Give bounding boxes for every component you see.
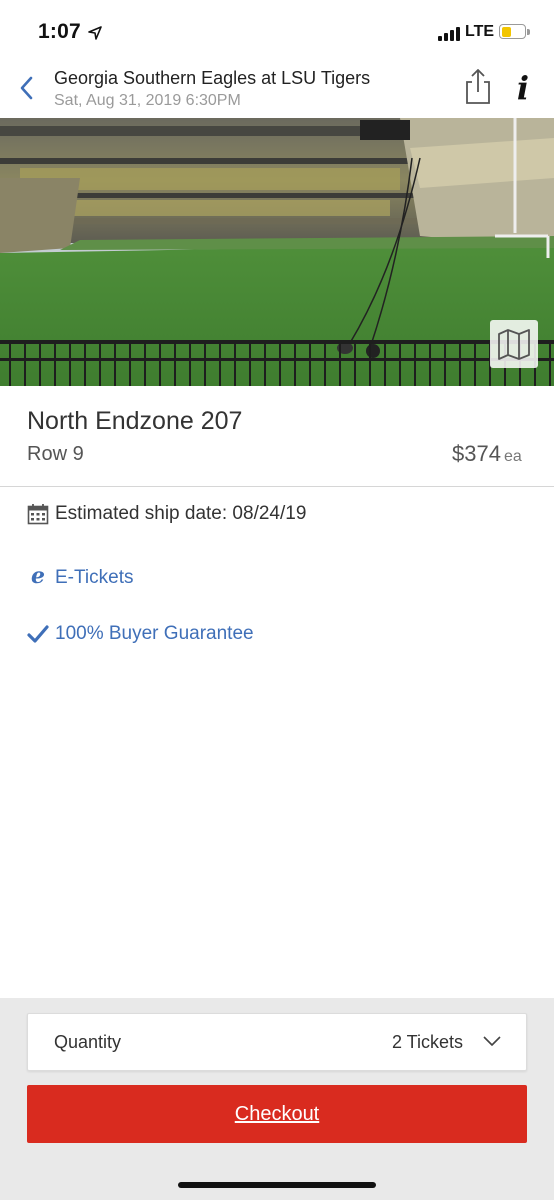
quantity-label: Quantity [54,1032,122,1052]
e-ticket-icon: e [31,563,45,589]
info-icon[interactable]: i [508,68,538,108]
price-value: $374 [452,441,501,466]
stadium-illustration [0,118,554,386]
e-tickets-feature[interactable]: e E-Tickets [27,563,133,589]
row-label: Row 9 [27,443,84,465]
event-header: Georgia Southern Eagles at LSU Tigers Sa… [0,62,554,118]
guarantee-label: 100% Buyer Guarantee [55,623,254,645]
event-title: Georgia Southern Eagles at LSU Tigers [54,68,371,88]
quantity-value: 2 Tickets [392,1032,464,1052]
ticket-price: $374 ea [452,441,522,467]
price-unit: ea [503,448,522,465]
seat-map-button[interactable] [490,320,538,368]
e-tickets-label: E-Tickets [55,567,134,588]
stadium-view-image [0,118,554,386]
checkmark-icon [27,625,49,643]
calendar-icon [27,504,49,525]
map-icon [498,329,530,360]
status-bar: 1:07 LTE [0,0,554,62]
location-arrow-icon [88,26,102,40]
chevron-down-icon [483,1036,501,1046]
battery-cap [527,29,530,35]
share-icon[interactable] [462,66,494,106]
ship-date-info: Estimated ship date: 08/24/19 [27,503,306,525]
ship-date-text: Estimated ship date: 08/24/19 [55,503,307,525]
checkout-button[interactable]: Checkout [27,1085,527,1143]
event-date: Sat, Aug 31, 2019 6:30PM [54,92,241,109]
back-icon[interactable] [14,70,44,106]
network-label: LTE [465,23,495,40]
divider [0,486,554,487]
signal-strength-icon [438,27,460,41]
home-indicator [178,1182,376,1188]
section-name: North Endzone 207 [27,407,243,435]
status-time: 1:07 [38,20,81,43]
quantity-selector[interactable]: Quantity 2 Tickets [27,1013,527,1071]
buyer-guarantee-feature[interactable]: 100% Buyer Guarantee [27,623,254,645]
battery-icon [499,24,526,39]
